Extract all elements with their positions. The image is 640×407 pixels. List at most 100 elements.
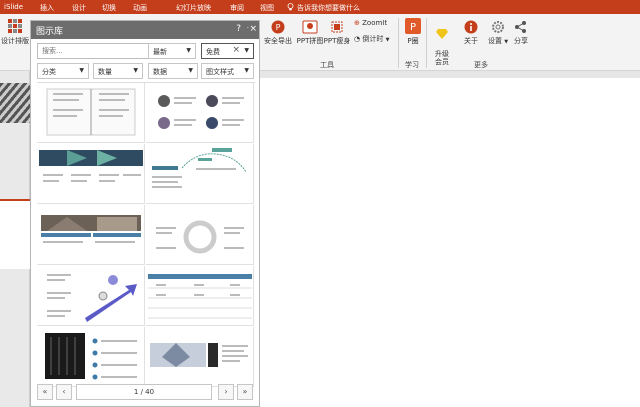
data-dropdown[interactable]: 数据 ▼ (148, 63, 198, 79)
sort-dropdown[interactable]: 最新 ▼ (148, 43, 196, 59)
template-card[interactable] (146, 205, 254, 265)
ppt-puzzle-button[interactable]: PPT拼图 (295, 20, 325, 46)
zoom-icon: ⊕ (354, 19, 360, 27)
slide-thumbnail-strip[interactable] (0, 71, 30, 407)
menu-view[interactable]: 视图 (260, 3, 274, 13)
panel-title: 图示库 (36, 27, 64, 37)
panel-title-bar: 图示库 ? · × (31, 21, 259, 39)
menu-bar: iSlide 插入 设计 切换 动画 幻灯片放映 审阅 视图 告诉我你想要做什么 (0, 0, 640, 14)
template-preview (152, 148, 247, 188)
help-icon[interactable]: ? (236, 24, 241, 34)
timer-icon: ◔ (354, 35, 361, 43)
ppt-puzzle-label: PPT拼图 (296, 37, 324, 45)
share-icon (515, 21, 526, 33)
category-dropdown[interactable]: 分类 ▼ (37, 63, 89, 79)
sort-value: 最新 (153, 48, 167, 56)
template-card[interactable] (37, 83, 145, 143)
template-card[interactable] (37, 144, 145, 204)
settings-label: 设置 (487, 37, 502, 45)
more-group-label: 更多 (474, 61, 488, 69)
menu-review[interactable]: 审阅 (230, 3, 244, 13)
quantity-dropdown[interactable]: 数量 ▼ (93, 63, 143, 79)
ppt-slim-label: PPT瘦身 (323, 37, 351, 45)
countdown-label: 倒计时 (362, 35, 384, 43)
search-input[interactable] (38, 44, 153, 58)
template-card[interactable] (37, 327, 145, 387)
menu-transitions[interactable]: 切换 (102, 3, 116, 13)
category-label: 分类 (42, 68, 56, 76)
template-preview (47, 274, 137, 322)
template-preview (158, 95, 244, 129)
template-grid (37, 82, 255, 400)
design-layout-label: 设计排版 (1, 37, 29, 45)
puzzle-icon (302, 20, 318, 34)
zoomit-button[interactable]: ⊕ ZoomIt (354, 19, 387, 27)
last-page-button[interactable]: » (237, 384, 253, 400)
close-icon[interactable]: × (249, 24, 257, 34)
chevron-down-icon: ▼ (133, 67, 138, 74)
prev-page-button[interactable]: ‹ (56, 384, 72, 400)
about-label: 关于 (464, 37, 478, 45)
tell-me-search[interactable]: 告诉我你想要做什么 (297, 3, 360, 13)
info-icon (464, 20, 478, 34)
template-preview (46, 88, 136, 136)
chevron-down-icon: ▼ (188, 67, 193, 74)
template-preview (45, 333, 137, 380)
menu-animations[interactable]: 动画 (133, 3, 147, 13)
template-preview (148, 274, 252, 319)
slide-canvas[interactable] (260, 78, 640, 407)
template-card[interactable] (37, 266, 145, 326)
upgrade-member-button[interactable]: 升级 会员 (430, 20, 454, 66)
menu-design[interactable]: 设计 (72, 3, 86, 13)
price-dropdown[interactable]: 免费 × ▼ (201, 43, 254, 59)
grid-layout-icon (8, 19, 22, 33)
diagram-library-panel: 图示库 ? · × 最新 ▼ 免费 × ▼ 分类 ▼ 数量 ▼ 数据 ▼ (30, 20, 260, 407)
data-label: 数据 (153, 68, 167, 76)
diamond-icon (436, 29, 448, 39)
menu-slideshow[interactable]: 幻灯片放映 (176, 3, 211, 13)
svg-text:P: P (276, 23, 281, 32)
price-value: 免费 (206, 48, 220, 56)
style-dropdown[interactable]: 图文样式 ▼ (201, 63, 254, 79)
share-button[interactable]: 分享 (511, 20, 531, 46)
p-circle-button[interactable]: P P圈 (402, 18, 424, 46)
template-card[interactable] (146, 266, 254, 326)
export-icon: P (271, 20, 285, 34)
lightbulb-icon (287, 3, 294, 13)
template-preview (41, 215, 141, 243)
settings-button[interactable]: 设置 ▼ (486, 20, 510, 46)
safe-export-label: 安全导出 (264, 37, 292, 45)
chevron-down-icon: ▼ (385, 37, 390, 43)
countdown-button[interactable]: ◔ 倒计时 ▼ (354, 34, 389, 44)
template-card[interactable] (37, 205, 145, 265)
quantity-label: 数量 (98, 68, 112, 76)
compress-icon (331, 21, 343, 33)
menu-insert[interactable]: 插入 (40, 3, 54, 13)
template-preview (156, 220, 244, 254)
template-card[interactable] (146, 327, 254, 387)
template-preview (39, 150, 143, 182)
design-layout-button[interactable]: 设计排版 (0, 18, 30, 46)
first-page-button[interactable]: « (37, 384, 53, 400)
template-card[interactable] (146, 83, 254, 143)
safe-export-button[interactable]: P 安全导出 (262, 20, 294, 46)
template-preview (150, 343, 248, 367)
app-logo: iSlide (4, 3, 24, 11)
chevron-down-icon: ▼ (244, 67, 249, 74)
clear-icon[interactable]: × (232, 45, 240, 55)
page-indicator: 1 / 40 (76, 384, 212, 400)
next-page-button[interactable]: › (218, 384, 234, 400)
chevron-down-icon: ▼ (504, 39, 509, 45)
tools-group-label: 工具 (320, 61, 334, 69)
slide-thumbnail[interactable] (0, 83, 30, 123)
slide-thumbnail-selected[interactable] (0, 199, 30, 269)
p-circle-icon: P (405, 18, 421, 34)
pagination: « ‹ 1 / 40 › » (37, 384, 255, 402)
template-card[interactable] (146, 144, 254, 204)
group-separator (426, 18, 427, 68)
ppt-slim-button[interactable]: PPT瘦身 (322, 20, 352, 46)
style-label: 图文样式 (206, 68, 234, 76)
about-button[interactable]: 关于 (460, 20, 482, 46)
learn-group-label: 学习 (405, 61, 419, 69)
gear-icon (492, 21, 504, 33)
